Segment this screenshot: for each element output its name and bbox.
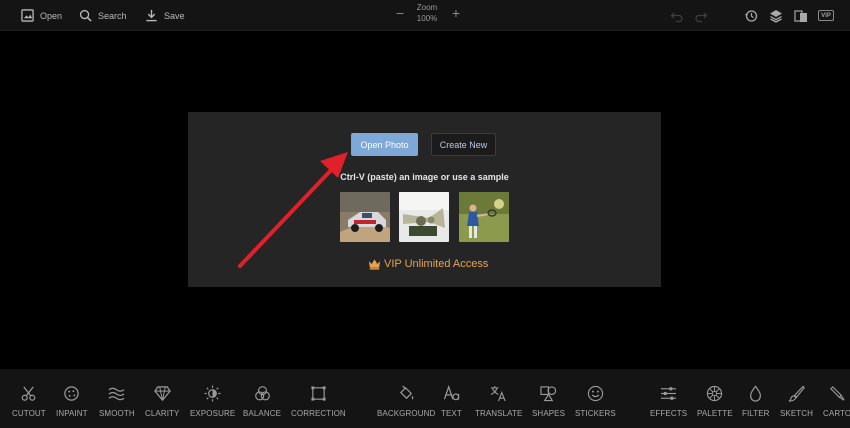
tool-label: EFFECTS — [650, 409, 688, 418]
tool-correction[interactable]: CORRECTION — [291, 385, 346, 425]
sample-image-trumpet[interactable] — [399, 192, 449, 242]
tool-sketch[interactable]: SKETCH — [780, 385, 813, 425]
vip-access-link[interactable]: VIP Unlimited Access — [368, 258, 488, 270]
bottom-toolbar: CUTOUT INPAINT SMOOTH CLARITY EXPOSURE B… — [0, 369, 850, 428]
tool-label: CLARITY — [145, 409, 180, 418]
tool-filter[interactable]: FILTER — [742, 385, 770, 425]
palette-icon — [707, 385, 723, 402]
crop-frame-icon — [311, 386, 326, 401]
image-icon — [21, 9, 34, 22]
tool-shapes[interactable]: SHAPES — [532, 385, 565, 425]
tool-label: SHAPES — [532, 409, 566, 418]
tool-background[interactable]: BACKGROUND — [377, 385, 435, 425]
tool-balance[interactable]: BALANCE — [243, 385, 281, 425]
tool-clarity[interactable]: CLARITY — [145, 385, 180, 425]
open-label: Open — [40, 10, 63, 21]
tool-label: FILTER — [742, 409, 770, 418]
compare-button[interactable] — [794, 9, 808, 23]
text-icon — [443, 385, 460, 401]
tool-label: BALANCE — [243, 409, 282, 418]
crown-icon — [368, 259, 381, 270]
tool-label: TRANSLATE — [475, 409, 523, 418]
scissors-icon — [22, 386, 36, 401]
tool-exposure[interactable]: EXPOSURE — [190, 385, 235, 425]
sample-image-tennis-player[interactable] — [459, 192, 509, 242]
undo-icon — [670, 12, 683, 23]
tool-cutout[interactable]: CUTOUT — [12, 385, 46, 425]
paint-bucket-icon — [399, 385, 413, 400]
open-photo-button[interactable]: Open Photo — [351, 133, 418, 156]
vip-badge[interactable]: VIP — [818, 10, 834, 21]
smiley-icon — [587, 385, 604, 402]
sliders-icon — [661, 387, 677, 400]
redo-button[interactable] — [694, 9, 708, 23]
tool-text[interactable]: TEXT — [441, 385, 462, 425]
tool-label: CARTO — [823, 409, 850, 418]
tool-smooth[interactable]: SMOOTH — [99, 385, 135, 425]
tool-cartoon[interactable]: CARTO — [823, 385, 850, 425]
history-icon — [745, 10, 758, 22]
tool-stickers[interactable]: STICKERS — [575, 385, 616, 425]
search-label: Search — [98, 10, 127, 21]
tool-translate[interactable]: TRANSLATE — [475, 385, 522, 425]
undo-button[interactable] — [670, 9, 684, 23]
download-icon — [146, 9, 157, 22]
translate-icon — [490, 385, 506, 402]
shapes-icon — [540, 386, 557, 402]
vip-access-label: VIP Unlimited Access — [384, 258, 489, 270]
tool-label: CUTOUT — [12, 409, 46, 418]
tool-label: SKETCH — [780, 409, 814, 418]
tool-label: PALETTE — [697, 409, 733, 418]
save-button[interactable]: Save — [145, 0, 185, 31]
save-label: Save — [164, 10, 185, 21]
zoom-in-button[interactable]: + — [450, 6, 462, 20]
tool-label: BACKGROUND — [377, 409, 436, 418]
waves-icon — [108, 387, 125, 401]
layers-button[interactable] — [769, 9, 783, 23]
compare-icon — [794, 10, 807, 22]
drop-icon — [750, 385, 762, 402]
sun-icon — [204, 385, 221, 402]
tool-label: TEXT — [441, 409, 462, 418]
sample-image-rally-car[interactable] — [340, 192, 390, 242]
paste-hint: Ctrl-V (paste) an image or use a sample — [340, 172, 509, 182]
layers-icon — [770, 10, 782, 23]
tool-palette[interactable]: PALETTE — [697, 385, 733, 425]
brush-icon — [788, 385, 805, 402]
search-button[interactable]: Search — [79, 0, 127, 31]
cartoon-icon — [829, 386, 845, 401]
diamond-icon — [153, 386, 171, 402]
history-button[interactable] — [744, 9, 758, 23]
circles-icon — [254, 386, 270, 401]
search-icon — [79, 9, 92, 22]
tool-label: EXPOSURE — [190, 409, 236, 418]
redo-icon — [695, 12, 708, 23]
tool-inpaint[interactable]: INPAINT — [56, 385, 88, 425]
create-new-button[interactable]: Create New — [431, 133, 496, 156]
tool-label: SMOOTH — [99, 409, 135, 418]
start-dialog: Open Photo Create New Ctrl-V (paste) an … — [188, 112, 661, 287]
top-toolbar: Open Search Save − Zoom 100% + VIP — [0, 0, 850, 31]
bandage-icon — [64, 386, 80, 401]
tool-label: STICKERS — [575, 409, 616, 418]
tool-effects[interactable]: EFFECTS — [650, 385, 687, 425]
open-button[interactable]: Open — [21, 0, 62, 31]
tool-label: CORRECTION — [291, 409, 346, 418]
tool-label: INPAINT — [56, 409, 88, 418]
